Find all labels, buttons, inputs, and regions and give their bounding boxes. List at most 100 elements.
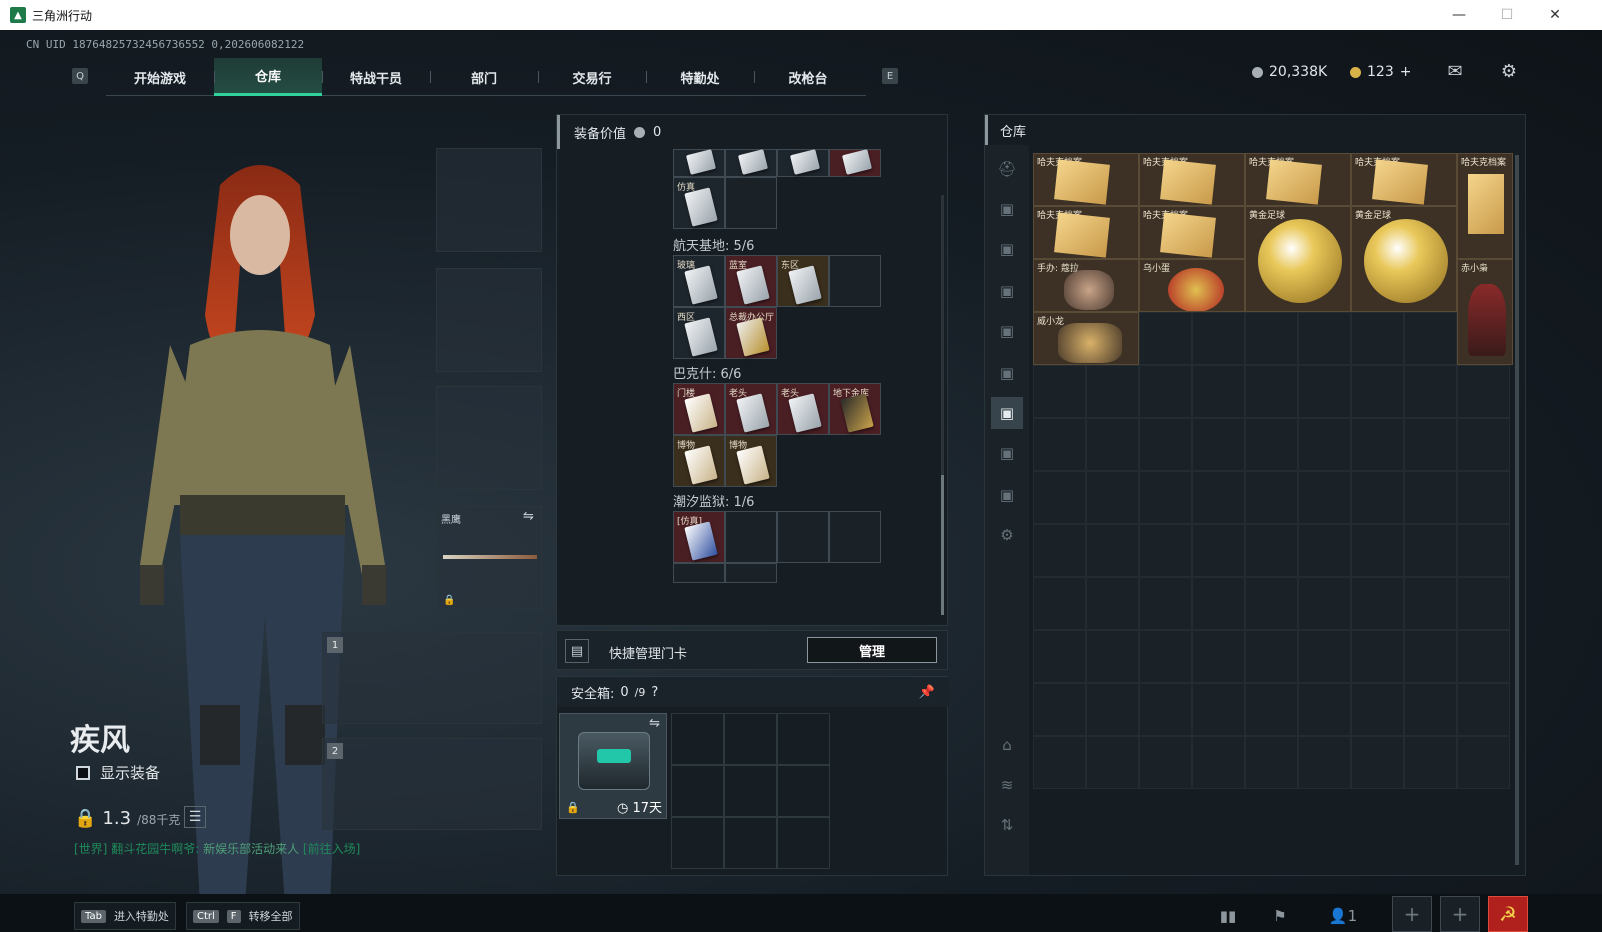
warehouse-cell[interactable] xyxy=(1351,365,1404,418)
warehouse-cell[interactable] xyxy=(1192,736,1245,789)
warehouse-cell[interactable] xyxy=(1298,312,1351,365)
chat-link[interactable]: [前往入场] xyxy=(303,842,360,856)
warehouse-cell[interactable] xyxy=(1245,418,1298,471)
warehouse-cell[interactable] xyxy=(1192,630,1245,683)
warehouse-cell[interactable] xyxy=(1139,577,1192,630)
warehouse-cell[interactable] xyxy=(1192,683,1245,736)
sort-icon[interactable]: ⇅ xyxy=(991,809,1023,841)
keycard[interactable]: [仿真] xyxy=(673,511,725,563)
manage-button[interactable]: 管理 xyxy=(807,637,937,663)
warehouse-cell[interactable] xyxy=(1404,577,1457,630)
warehouse-cell[interactable] xyxy=(1298,683,1351,736)
warehouse-cell[interactable] xyxy=(1086,630,1139,683)
keycard[interactable]: 地下金库 xyxy=(829,383,881,435)
warehouse-cell[interactable] xyxy=(1033,577,1086,630)
secondary-weapon-slot[interactable]: 2 xyxy=(322,738,542,830)
warehouse-cell[interactable] xyxy=(1086,524,1139,577)
minimize-button[interactable]: — xyxy=(1436,0,1482,30)
warehouse-scrollbar[interactable] xyxy=(1515,155,1519,865)
safe-slot[interactable] xyxy=(777,817,830,869)
nav-left-key[interactable]: Q xyxy=(72,68,88,84)
warehouse-cell[interactable] xyxy=(1404,418,1457,471)
gear-icon[interactable]: ⚙ xyxy=(1496,60,1522,82)
keycard[interactable] xyxy=(777,149,829,177)
flag-icon[interactable]: ⚑ xyxy=(1262,902,1298,930)
keycard[interactable] xyxy=(725,149,777,177)
tab-gunsmith[interactable]: 改枪台 xyxy=(754,58,862,96)
keycard-scrollbar[interactable] xyxy=(941,195,944,615)
warehouse-cell[interactable] xyxy=(1086,577,1139,630)
keycard-empty[interactable] xyxy=(673,563,725,583)
warehouse-cell[interactable] xyxy=(1139,418,1192,471)
category-icon[interactable]: ▣ xyxy=(991,193,1023,225)
warehouse-item[interactable]: 哈夫克档案 xyxy=(1139,153,1245,206)
gold-currency[interactable]: 123 + xyxy=(1350,64,1411,80)
warehouse-cell[interactable] xyxy=(1351,736,1404,789)
warehouse-cell[interactable] xyxy=(1457,630,1510,683)
warehouse-item[interactable]: 黄金足球 xyxy=(1351,206,1457,312)
safe-slot[interactable] xyxy=(671,817,724,869)
warehouse-cell[interactable] xyxy=(1457,577,1510,630)
keycard[interactable]: 蓝室 xyxy=(725,255,777,307)
keycard[interactable]: 玻璃 xyxy=(673,255,725,307)
keycard-empty[interactable] xyxy=(829,255,881,307)
warehouse-cell[interactable] xyxy=(1351,471,1404,524)
warehouse-cell[interactable] xyxy=(1351,683,1404,736)
keycard[interactable]: 东区 xyxy=(777,255,829,307)
warehouse-item[interactable]: 哈夫克档案 xyxy=(1245,153,1351,206)
layers-icon[interactable]: ≋ xyxy=(991,769,1023,801)
warehouse-cell[interactable] xyxy=(1457,365,1510,418)
keycard[interactable]: 老头 xyxy=(777,383,829,435)
warehouse-cell[interactable] xyxy=(1351,418,1404,471)
warehouse-cell[interactable] xyxy=(1086,683,1139,736)
warehouse-cell[interactable] xyxy=(1351,577,1404,630)
warehouse-cell[interactable] xyxy=(1033,471,1086,524)
warehouse-cell[interactable] xyxy=(1139,630,1192,683)
swap-icon[interactable]: ⇋ xyxy=(649,716,660,731)
warehouse-cell[interactable] xyxy=(1192,471,1245,524)
warehouse-cell[interactable] xyxy=(1351,312,1404,365)
category-icon[interactable]: ▣ xyxy=(991,315,1023,347)
warehouse-item[interactable]: 黄金足球 xyxy=(1245,206,1351,312)
keycard[interactable]: 博物 xyxy=(725,435,777,487)
team-slot-add[interactable]: + xyxy=(1440,896,1480,932)
safe-slot[interactable] xyxy=(724,817,777,869)
warehouse-cell[interactable] xyxy=(1298,524,1351,577)
warehouse-cell[interactable] xyxy=(1033,418,1086,471)
warehouse-cell[interactable] xyxy=(1298,736,1351,789)
swap-icon[interactable]: ⇋ xyxy=(523,509,534,524)
keycard[interactable] xyxy=(673,149,725,177)
warehouse-cell[interactable] xyxy=(1245,736,1298,789)
warehouse-cell[interactable] xyxy=(1457,524,1510,577)
warehouse-cell[interactable] xyxy=(1192,524,1245,577)
keycard[interactable]: 总裁办公厅 xyxy=(725,307,777,359)
safe-slot[interactable] xyxy=(671,713,724,765)
warehouse-cell[interactable] xyxy=(1192,418,1245,471)
warehouse-cell[interactable] xyxy=(1245,524,1298,577)
category-icon[interactable]: ▣ xyxy=(991,275,1023,307)
keycard-empty[interactable] xyxy=(829,511,881,563)
gear-icon[interactable]: ⚙ xyxy=(991,519,1023,551)
keycard[interactable]: 门楼 xyxy=(673,383,725,435)
warehouse-cell[interactable] xyxy=(1245,312,1298,365)
safe-box-grid[interactable] xyxy=(671,713,831,871)
pistol-slot[interactable] xyxy=(436,386,542,490)
keycard-empty[interactable] xyxy=(777,511,829,563)
collectibles-category-icon[interactable]: ▣ xyxy=(991,397,1023,429)
safe-slot[interactable] xyxy=(777,765,830,817)
warehouse-cell[interactable] xyxy=(1298,630,1351,683)
nav-right-key[interactable]: E xyxy=(882,68,898,84)
safe-slot[interactable] xyxy=(724,713,777,765)
friends-icon[interactable]: 👤 1 xyxy=(1318,902,1368,930)
keycard[interactable]: 西区 xyxy=(673,307,725,359)
team-slot-add[interactable]: + xyxy=(1392,896,1432,932)
category-icon[interactable]: ▣ xyxy=(991,233,1023,265)
tab-start-game[interactable]: 开始游戏 xyxy=(106,58,214,96)
warehouse-cell[interactable] xyxy=(1245,630,1298,683)
warehouse-cell[interactable] xyxy=(1457,418,1510,471)
category-icon[interactable]: ▣ xyxy=(991,437,1023,469)
helmet-slot[interactable] xyxy=(436,148,542,252)
primary-weapon-slot[interactable]: 1 xyxy=(322,632,542,724)
warehouse-cell[interactable] xyxy=(1245,683,1298,736)
close-button[interactable]: ✕ xyxy=(1532,0,1578,30)
